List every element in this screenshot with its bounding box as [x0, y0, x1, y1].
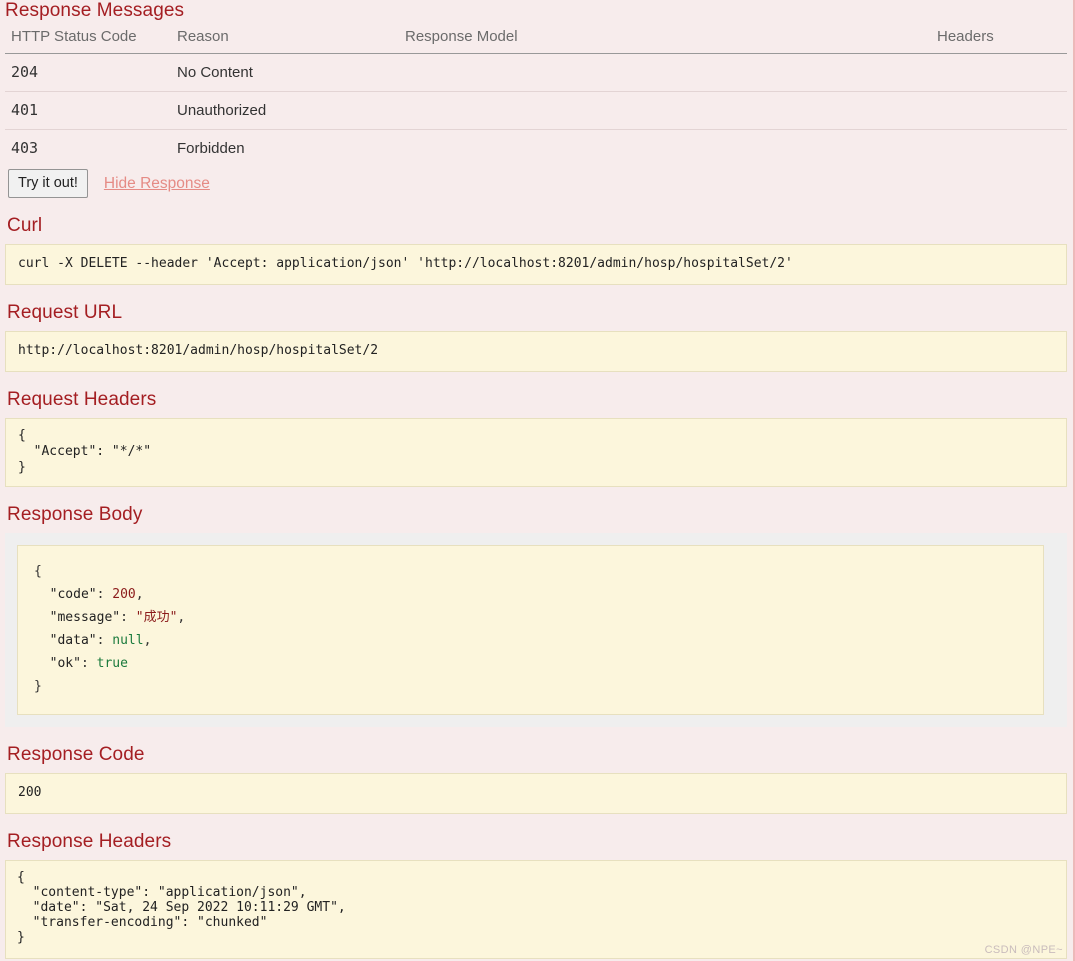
json-key-message: "message": [49, 610, 121, 625]
response-messages-title: Response Messages: [5, 0, 185, 21]
response-body-json[interactable]: { "code": 200, "message": "成功", "data": …: [17, 545, 1044, 715]
json-key-ok: "ok": [49, 656, 81, 671]
json-key-code: "code": [49, 587, 97, 602]
request-url-value[interactable]: http://localhost:8201/admin/hosp/hospita…: [5, 331, 1067, 372]
table-row: 204 No Content: [5, 53, 1067, 92]
try-it-out-button[interactable]: Try it out!: [8, 169, 88, 198]
json-colon: :: [80, 656, 97, 671]
cell-response-model: [399, 130, 931, 168]
response-headers-body[interactable]: { "content-type": "application/json", "d…: [5, 860, 1067, 959]
cell-status-code: 401: [5, 91, 171, 130]
column-header-response-model: Response Model: [399, 28, 931, 54]
response-code-section: Response Code 200: [5, 744, 1067, 814]
swagger-operation-panel: Response Messages HTTP Status Code Reaso…: [0, 0, 1075, 961]
cell-reason: No Content: [171, 53, 399, 92]
column-header-headers: Headers: [931, 28, 1067, 54]
response-headers-title: Response Headers: [7, 831, 172, 852]
json-value-data: null: [112, 633, 144, 648]
column-header-reason: Reason: [171, 28, 399, 54]
json-comma: ,: [135, 587, 144, 602]
json-value-ok: true: [96, 656, 128, 671]
json-comma: ,: [143, 633, 152, 648]
json-value-message: "成功": [135, 610, 178, 625]
json-open-brace: {: [34, 564, 42, 579]
table-row: 401 Unauthorized: [5, 91, 1067, 130]
request-headers-title: Request Headers: [7, 389, 157, 410]
json-value-code: 200: [112, 587, 136, 602]
curl-command[interactable]: curl -X DELETE --header 'Accept: applica…: [5, 244, 1067, 285]
response-code-title: Response Code: [7, 744, 145, 765]
json-key-data: "data": [49, 633, 97, 648]
table-header-row: HTTP Status Code Reason Response Model H…: [5, 28, 1067, 54]
response-headers-section: Response Headers { "content-type": "appl…: [5, 831, 1067, 959]
column-header-status-code: HTTP Status Code: [5, 28, 171, 54]
cell-response-model: [399, 53, 931, 92]
cell-headers: [931, 53, 1067, 92]
cell-response-model: [399, 91, 931, 130]
cell-reason: Unauthorized: [171, 91, 399, 130]
hide-response-link[interactable]: Hide Response: [104, 175, 210, 193]
response-body-wrapper: { "code": 200, "message": "成功", "data": …: [5, 533, 1067, 727]
json-colon: :: [96, 587, 113, 602]
response-messages-table: HTTP Status Code Reason Response Model H…: [5, 28, 1067, 167]
table-body: 204 No Content 401 Unauthorized 403 Forb…: [5, 53, 1067, 168]
request-url-title: Request URL: [7, 302, 123, 323]
table-header: HTTP Status Code Reason Response Model H…: [5, 28, 1067, 54]
cell-reason: Forbidden: [177, 139, 245, 157]
curl-section: Curl curl -X DELETE --header 'Accept: ap…: [5, 215, 1067, 285]
json-colon: :: [96, 633, 113, 648]
response-body-title: Response Body: [7, 504, 143, 525]
response-body-section: Response Body { "code": 200, "message": …: [5, 504, 1067, 727]
operation-actions: Try it out! Hide Response: [5, 169, 1067, 198]
cell-status-code: 403: [11, 139, 39, 157]
json-colon: :: [120, 610, 136, 625]
table-row: 403 Forbidden: [5, 130, 1067, 168]
watermark: CSDN @NPE~: [984, 944, 1063, 956]
cell-status-code: 204: [5, 53, 171, 92]
json-close-brace: }: [34, 679, 42, 694]
cell-headers: [931, 130, 1067, 168]
request-url-section: Request URL http://localhost:8201/admin/…: [5, 302, 1067, 372]
request-headers-section: Request Headers { "Accept": "*/*" }: [5, 389, 1067, 487]
curl-title: Curl: [7, 215, 43, 236]
json-comma: ,: [177, 610, 186, 625]
cell-headers: [931, 91, 1067, 130]
response-code-value[interactable]: 200: [5, 773, 1067, 814]
request-headers-body[interactable]: { "Accept": "*/*" }: [5, 418, 1067, 487]
